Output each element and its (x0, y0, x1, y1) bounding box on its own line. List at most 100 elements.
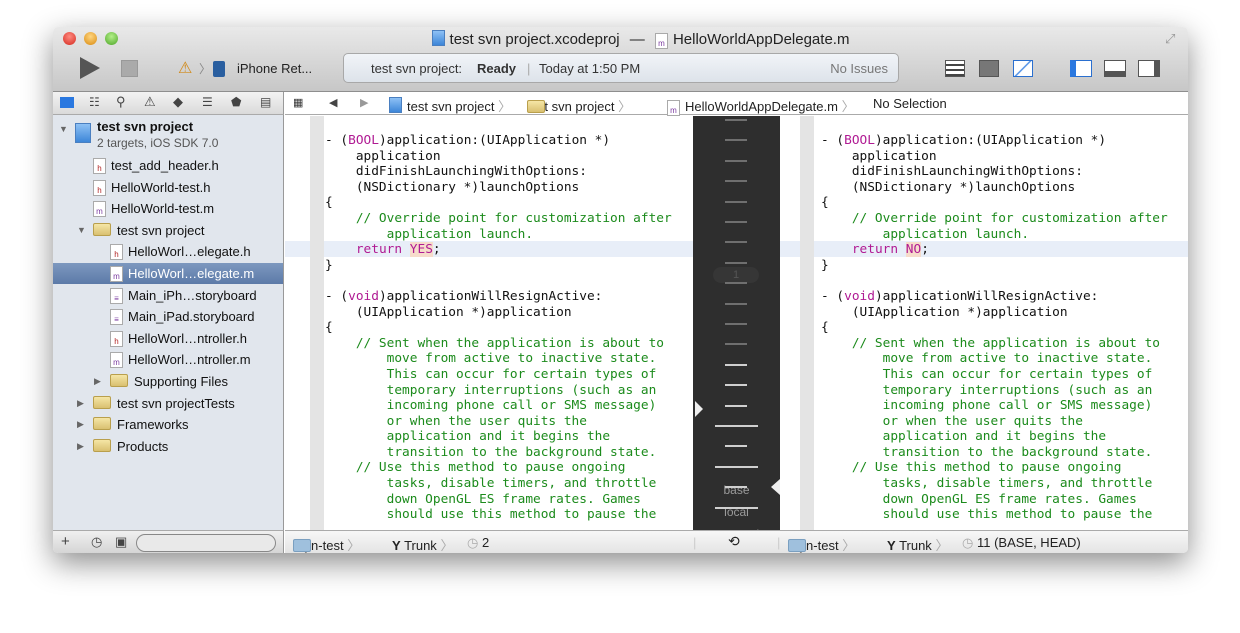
jump-item-file[interactable]: m HelloWorldAppDelegate.m 〉 (667, 96, 855, 116)
timeline-tick[interactable] (725, 445, 747, 448)
timeline-tick[interactable] (725, 180, 747, 183)
scm-filter-icon[interactable]: ▣ (115, 534, 127, 550)
timeline-tick[interactable] (725, 139, 747, 142)
revision-right[interactable]: ◷ 11 (BASE, HEAD) (962, 535, 1081, 551)
navigator-item[interactable]: h HelloWorl…elegate.h (53, 241, 283, 262)
code-right[interactable]: - (BOOL)application:(UIApplication *) ap… (821, 133, 1168, 523)
project-navigator-icon[interactable] (60, 97, 74, 108)
timeline-tick[interactable] (725, 200, 747, 203)
editor-left[interactable]: - (BOOL)application:(UIApplication *) ap… (285, 116, 693, 530)
timeline-tick[interactable] (725, 282, 747, 285)
add-icon[interactable]: + (61, 533, 70, 550)
forward-button[interactable]: ▶ (360, 96, 368, 109)
repo-left[interactable]: aryn-test 〉 (293, 535, 360, 553)
timeline-tick[interactable] (725, 302, 747, 305)
stop-button[interactable] (121, 60, 138, 77)
jump-item-project[interactable]: test svn project 〉 (389, 96, 511, 115)
navigator-item[interactable]: ≡ Main_iPh…storyboard (53, 285, 283, 306)
disclosure-closed-icon[interactable]: ▶ (77, 398, 84, 409)
code-comment: This can occur for certain types of (821, 366, 1153, 382)
code-line: // Override point for customization afte… (325, 211, 672, 227)
disclosure-open-icon[interactable]: ▼ (59, 124, 68, 134)
navigator-item[interactable]: h test_add_header.h (53, 155, 283, 176)
project-root[interactable]: ▼ test svn project 2 targets, iOS SDK 7.… (53, 119, 283, 151)
timeline-tick[interactable] (725, 261, 747, 264)
symbol-navigator-icon[interactable]: ☷ (89, 95, 100, 109)
timeline-tick[interactable] (715, 465, 758, 468)
clock-icon: ◷ (962, 535, 974, 550)
navigator-item[interactable]: ▼ test svn project (53, 220, 283, 241)
test-navigator-icon[interactable]: ◆ (173, 94, 183, 110)
timeline-tick[interactable] (725, 221, 747, 223)
timeline-tick[interactable] (725, 159, 747, 162)
navigator-item[interactable]: ▶ Frameworks (53, 414, 283, 435)
code-line: // Sent when the application is about to (325, 336, 672, 352)
code-comment: // Override point for customization afte… (325, 210, 672, 226)
timeline-tick[interactable] (725, 384, 747, 387)
left-version-handle[interactable] (695, 401, 703, 417)
navigator-item[interactable]: m HelloWorl…ntroller.m (53, 349, 283, 370)
disclosure-closed-icon[interactable]: ▶ (77, 419, 84, 430)
timeline-tick[interactable] (725, 119, 747, 121)
disclosure-open-icon[interactable]: ▼ (77, 225, 86, 235)
revision-left[interactable]: ◷ 2 (467, 535, 489, 551)
navigator-item-label: HelloWorl…elegate.m (128, 266, 255, 281)
issues-indicator[interactable]: No Issues (830, 61, 888, 76)
code-line: move from active to inactive state. (325, 351, 672, 367)
timeline-tick[interactable] (725, 363, 747, 366)
related-items-icon[interactable]: ▦ (293, 96, 303, 109)
timeline-tick[interactable] (725, 241, 747, 244)
timeline-tick[interactable] (715, 506, 758, 509)
issue-navigator-icon[interactable]: ⚠ (144, 94, 156, 110)
repo-right[interactable]: aryn-test 〉 (788, 535, 855, 553)
folder-icon (93, 417, 111, 431)
code-comment: // Sent when the application is about to (325, 335, 664, 351)
timeline-tick[interactable] (725, 404, 747, 407)
navigator-item[interactable]: ▶ Supporting Files (53, 371, 283, 392)
disclosure-closed-icon[interactable]: ▶ (77, 441, 84, 452)
jump-label: HelloWorldAppDelegate.m (685, 99, 838, 114)
code-text: - ( (821, 288, 845, 304)
navigator-item[interactable]: ▶ Products (53, 436, 283, 457)
fullscreen-icon[interactable]: ⤢ (1165, 31, 1175, 47)
timeline-tick[interactable] (725, 323, 747, 325)
navigator-toggle-button[interactable] (1070, 60, 1092, 77)
debug-area-toggle-button[interactable] (1104, 60, 1126, 77)
utilities-toggle-button[interactable] (1138, 60, 1160, 77)
navigator-item[interactable]: m HelloWorld-test.m (53, 198, 283, 219)
navigator-item[interactable]: ▶ test svn projectTests (53, 393, 283, 414)
code-comment: incoming phone call or SMS message) (821, 398, 1153, 414)
branch-left[interactable]: Y Trunk 〉 (392, 535, 453, 553)
navigator-item[interactable]: h HelloWorld-test.h (53, 177, 283, 198)
editor-right[interactable]: - (BOOL)application:(UIApplication *) ap… (780, 116, 1188, 530)
timeline-tick[interactable] (725, 486, 747, 489)
breakpoint-navigator-icon[interactable]: ⬟ (231, 95, 241, 109)
version-timeline[interactable]: 1 base local unsaved (693, 116, 780, 541)
navigator-item[interactable]: ≡ Main_iPad.storyboard (53, 306, 283, 327)
version-editor-button[interactable] (1013, 60, 1033, 77)
timeline-tick[interactable] (715, 425, 758, 427)
assistant-editor-button[interactable] (979, 60, 999, 77)
timeline-label-base[interactable]: base (693, 483, 780, 497)
run-button[interactable] (80, 57, 100, 79)
jump-item-group[interactable]: test svn project 〉 (527, 96, 631, 115)
back-button[interactable]: ◀ (329, 96, 337, 109)
debug-navigator-icon[interactable]: ☰ (202, 95, 213, 109)
standard-editor-button[interactable] (945, 60, 965, 77)
navigator-item[interactable]: m HelloWorl…elegate.m (53, 263, 283, 284)
code-left[interactable]: - (BOOL)application:(UIApplication *) ap… (325, 133, 672, 523)
branch-right[interactable]: Y Trunk 〉 (887, 535, 948, 553)
history-icon[interactable]: ⟲ (728, 533, 740, 550)
disclosure-closed-icon[interactable]: ▶ (94, 376, 101, 387)
jump-item-selection[interactable]: No Selection (873, 96, 947, 111)
m-file-icon: m (110, 352, 123, 369)
search-navigator-icon[interactable]: ⚲ (116, 94, 126, 110)
log-navigator-icon[interactable]: ▤ (260, 95, 271, 109)
scheme-destination[interactable]: iPhone Ret... (237, 61, 312, 76)
recent-files-icon[interactable]: ◷ (91, 534, 102, 550)
navigator-item[interactable]: h HelloWorl…ntroller.h (53, 328, 283, 349)
change-count-badge[interactable]: 1 (713, 267, 759, 283)
timeline-tick[interactable] (725, 343, 747, 346)
scheme-app-icon[interactable]: ⚠ (178, 58, 192, 78)
filter-search-field[interactable] (136, 534, 276, 552)
